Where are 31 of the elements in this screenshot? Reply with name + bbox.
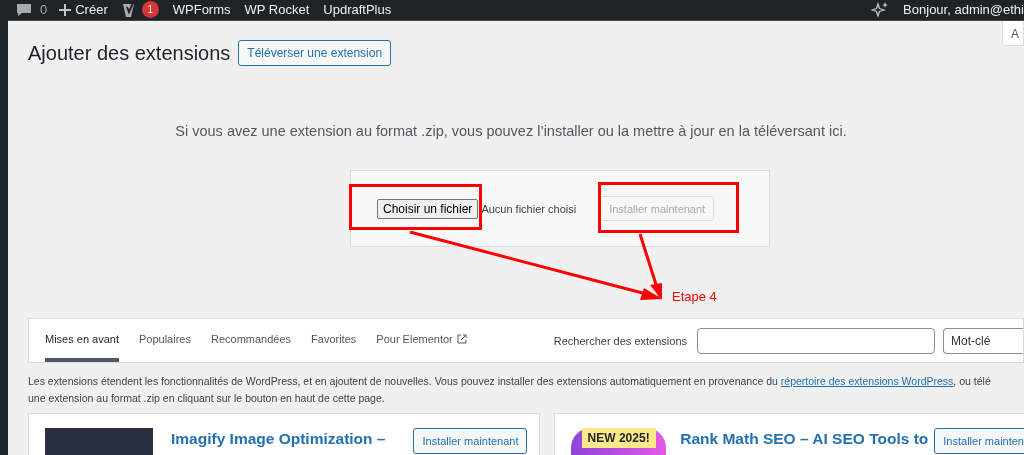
comment-icon[interactable] [16,2,32,17]
filter-tab[interactable]: Pour Elementor [376,319,467,363]
search-field[interactable] [697,327,935,354]
page-title: Ajouter des extensions [28,40,231,66]
new-badge: NEW 2025! [581,428,656,449]
install-plugin-button[interactable]: Installer maintenant [413,428,528,455]
admin-bar-link[interactable]: WPForms [172,0,231,20]
admin-bar-link[interactable]: WP Rocket [244,0,310,20]
annotation-label: Etape 4 [672,287,717,306]
new-menu[interactable]: Créer [59,0,108,20]
sparkle-icon[interactable] [871,0,890,19]
choose-file-button[interactable]: Choisir un fichier [377,198,479,219]
greeting[interactable]: Bonjour, admin@ethi [903,0,1024,20]
notification-badge: 1 [141,1,159,19]
search-type-select[interactable]: Mot-clé [943,327,1023,354]
plugin-title[interactable]: Rank Math SEO – AI SEO Tools to [680,430,929,449]
upload-hint: Si vous avez une extension au format .zip, vous pouvez l’installer ou la mettre à jour en la téléversant ici. [174,121,848,141]
filter-tab[interactable]: Mises en avant [45,319,119,363]
admin-bar-link[interactable]: UpdraftPlus [323,0,392,20]
search-label: Rechercher des extensions [553,333,687,349]
plugin-title[interactable]: Imagify Image Optimization – [171,430,386,449]
upload-plugin-button[interactable]: Téléverser une extension [238,39,392,66]
comment-count: 0 [40,1,48,19]
filter-tab[interactable]: Recommandées [210,319,292,363]
install-plugin-button[interactable]: Installer mainten [934,428,1024,455]
plus-icon [59,3,72,16]
screen-options-tab[interactable]: A [1002,20,1024,46]
filter-tab[interactable]: Populaires [139,319,191,363]
plugins-description: Les extensions étendent les fonctionnalités de WordPress, et en ajoutent de nouvelles. Vous pouvez installer des extensions automatiquement en provenance du répertoire des extensions WordPress, ou télé une extension au format .zip en cliquant sur le bouton en haut de cette page. [28,374,992,407]
file-status: Aucun fichier choisi [481,201,577,217]
filter-tab[interactable]: Favorites [311,319,357,363]
